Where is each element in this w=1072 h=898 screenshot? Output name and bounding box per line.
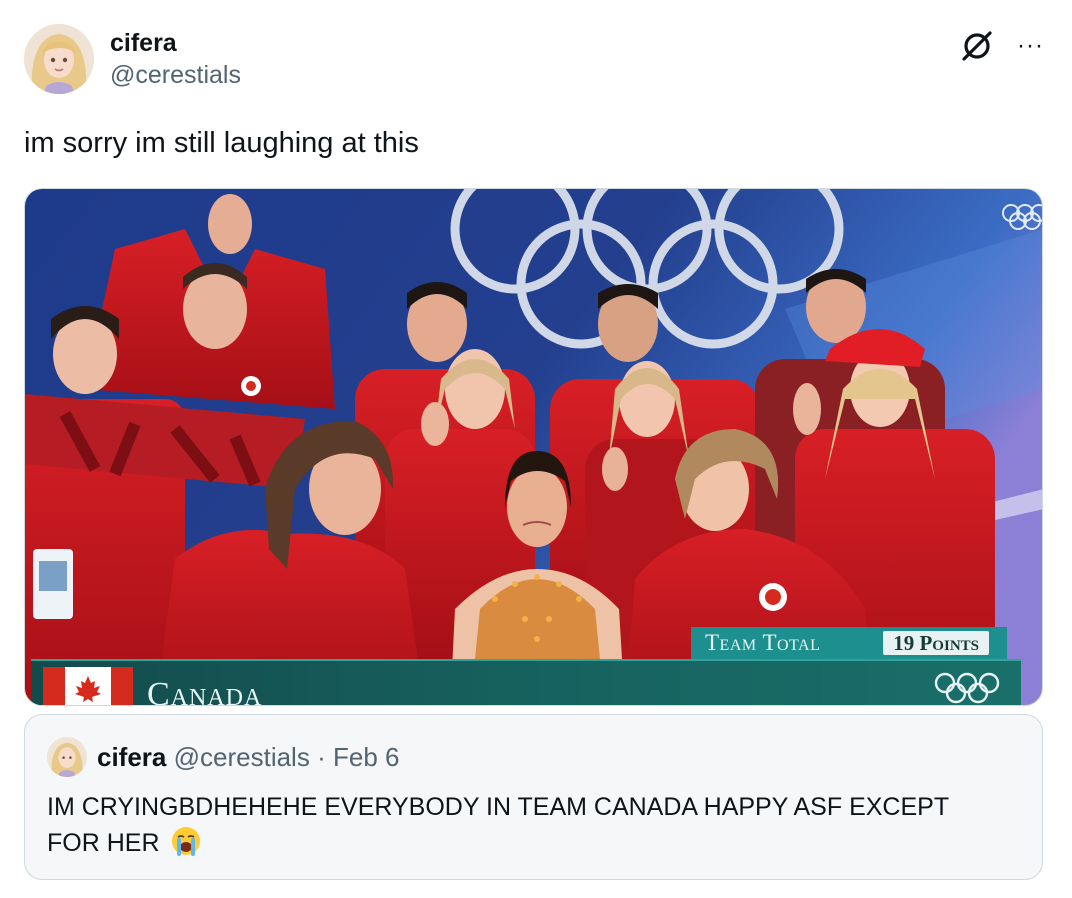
- canada-flag-icon: [43, 667, 133, 705]
- author-avatar[interactable]: [24, 24, 94, 94]
- loudly-crying-face-icon: [172, 827, 201, 856]
- team-total-banner: Team Total 19 Points: [691, 627, 1007, 659]
- quoted-tweet-meta: cifera @cerestials · Feb 6: [97, 739, 399, 775]
- country-bar: Canada: [31, 659, 1021, 706]
- points-chip: 19 Points: [883, 631, 989, 655]
- team-total-label: Team Total: [705, 630, 821, 655]
- country-name: Canada: [147, 676, 263, 706]
- tweet-media-image[interactable]: Team Total 19 Points Canada: [24, 188, 1043, 706]
- author-names: cifera @cerestials: [110, 28, 241, 92]
- quoted-tweet-text: IM CRYINGBDHEHEHE EVERYBODY IN TEAM CANA…: [47, 789, 1007, 861]
- quoted-author-handle: @cerestials: [173, 742, 310, 772]
- grok-icon[interactable]: [959, 28, 995, 64]
- tweet-text: im sorry im still laughing at this: [24, 127, 419, 159]
- olympic-rings-icon: [934, 672, 1000, 704]
- meta-separator: ·: [317, 742, 326, 772]
- tweet-header: cifera @cerestials ···: [24, 24, 1048, 100]
- more-icon[interactable]: ···: [1017, 34, 1044, 58]
- header-actions: ···: [959, 28, 1044, 64]
- quoted-author-name: cifera: [97, 742, 167, 772]
- author-handle[interactable]: @cerestials: [110, 58, 241, 92]
- author-display-name[interactable]: cifera: [110, 28, 241, 58]
- quoted-tweet[interactable]: cifera @cerestials · Feb 6 IM CRYINGBDHE…: [24, 714, 1043, 880]
- quoted-tweet-date: Feb 6: [332, 742, 400, 772]
- quoted-author-avatar: [47, 737, 87, 777]
